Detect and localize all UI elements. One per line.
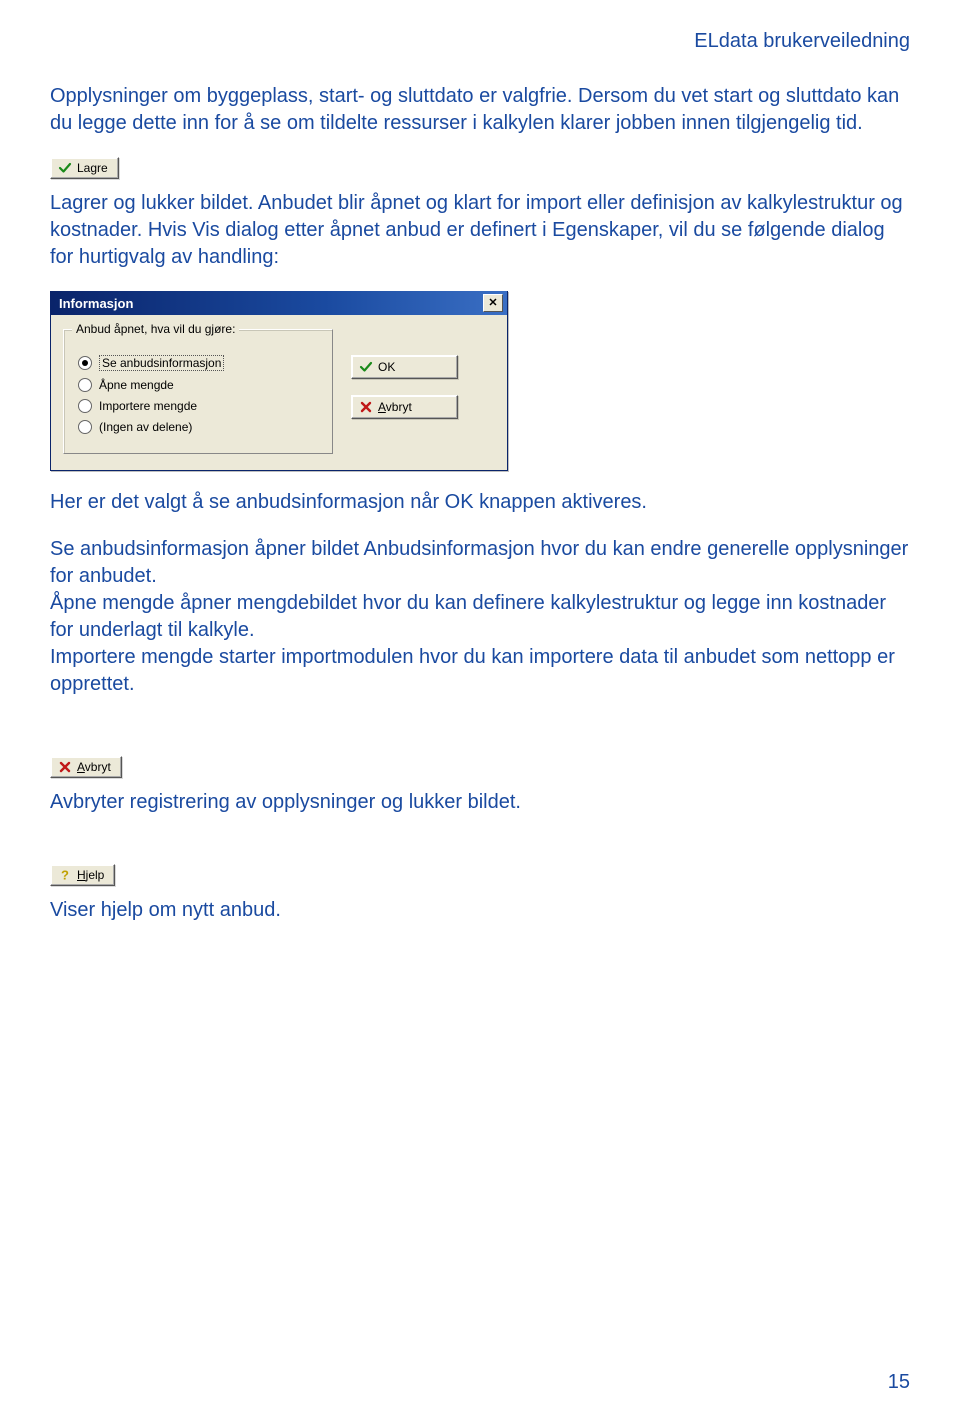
cancel-button-label: Avbryt <box>378 401 412 413</box>
paragraph-lagre-desc: Lagrer og lukker bildet. Anbudet blir åp… <box>50 190 910 271</box>
radio-icon <box>78 356 92 370</box>
radio-option-2[interactable]: Importere mengde <box>78 399 318 413</box>
document-page: ELdata brukerveiledning Opplysninger om … <box>0 0 960 1418</box>
dialog-titlebar: Informasjon ✕ <box>51 291 507 315</box>
lagre-button-label: Lagre <box>77 162 108 174</box>
check-icon <box>58 161 72 175</box>
groupbox-legend: Anbud åpnet, hva vil du gjøre: <box>72 322 239 336</box>
paragraph-intro: Opplysninger om byggeplass, start- og sl… <box>50 83 910 137</box>
hjelp-button[interactable]: ? Hjelp <box>50 864 115 886</box>
x-icon <box>58 760 72 774</box>
radio-icon <box>78 420 92 434</box>
dialog-title: Informasjon <box>59 296 133 311</box>
page-header: ELdata brukerveiledning <box>50 30 910 53</box>
radio-label: Importere mengde <box>99 399 197 413</box>
avbryt-button[interactable]: Avbryt <box>50 756 122 778</box>
hjelp-button-row: ? Hjelp <box>50 864 910 887</box>
radio-label: Åpne mengde <box>99 378 174 392</box>
dialog-body: Anbud åpnet, hva vil du gjøre: Se anbuds… <box>51 315 507 470</box>
radio-icon <box>78 378 92 392</box>
dialog-groupbox: Anbud åpnet, hva vil du gjøre: Se anbuds… <box>63 329 333 454</box>
dialog-button-column: OK Avbryt <box>351 329 458 419</box>
info-dialog: Informasjon ✕ Anbud åpnet, hva vil du gj… <box>50 291 508 471</box>
hjelp-button-label: Hjelp <box>77 869 104 881</box>
close-icon[interactable]: ✕ <box>483 294 503 312</box>
radio-label: (Ingen av delene) <box>99 420 192 434</box>
ok-button[interactable]: OK <box>351 355 458 379</box>
question-icon: ? <box>58 868 72 882</box>
dialog-screenshot: Informasjon ✕ Anbud åpnet, hva vil du gj… <box>50 291 910 471</box>
x-icon <box>359 400 373 414</box>
check-icon <box>359 360 373 374</box>
paragraph-afterdialog: Her er det valgt å se anbudsinformasjon … <box>50 489 910 516</box>
cancel-button[interactable]: Avbryt <box>351 395 458 419</box>
radio-option-1[interactable]: Åpne mengde <box>78 378 318 392</box>
radio-option-3[interactable]: (Ingen av delene) <box>78 420 318 434</box>
svg-text:?: ? <box>61 868 69 882</box>
radio-option-0[interactable]: Se anbudsinformasjon <box>78 355 318 371</box>
paragraph-avbryt-desc: Avbryter registrering av opplysninger og… <box>50 789 910 816</box>
radio-label: Se anbudsinformasjon <box>99 355 224 371</box>
paragraph-options-desc: Se anbudsinformasjon åpner bildet Anbuds… <box>50 536 910 698</box>
ok-button-label: OK <box>378 361 395 373</box>
radio-icon <box>78 399 92 413</box>
avbryt-button-label: Avbryt <box>77 761 111 773</box>
page-number: 15 <box>888 1371 910 1394</box>
avbryt-button-row: Avbryt <box>50 756 910 779</box>
lagre-button[interactable]: Lagre <box>50 157 119 179</box>
lagre-button-row: Lagre <box>50 157 910 180</box>
paragraph-hjelp-desc: Viser hjelp om nytt anbud. <box>50 897 910 924</box>
